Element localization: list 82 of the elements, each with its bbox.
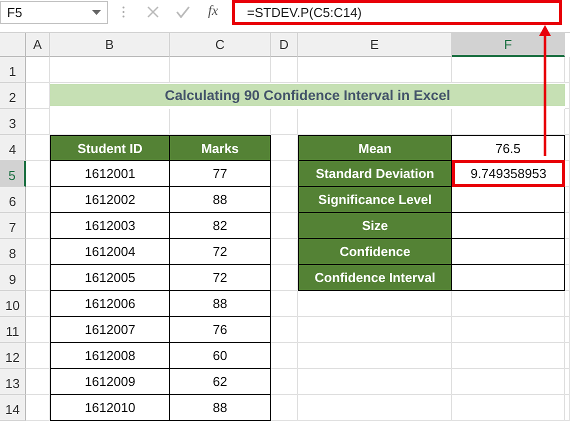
table-cell: 82 <box>170 213 271 239</box>
row-label: Significance Level <box>298 187 452 213</box>
row-heading[interactable]: 2 <box>0 83 26 109</box>
table-cell: 72 <box>170 239 271 265</box>
empty-cell[interactable] <box>452 369 565 395</box>
table-cell: 1612006 <box>50 291 170 317</box>
row-label: Confidence Interval <box>298 265 452 291</box>
row-label: Mean <box>298 135 452 161</box>
table-cell: 1612010 <box>50 395 170 421</box>
row-heading[interactable]: 11 <box>0 317 26 343</box>
cancel-icon[interactable] <box>147 6 159 18</box>
table-cell: 1612004 <box>50 239 170 265</box>
empty-cell[interactable] <box>271 57 298 83</box>
empty-cell[interactable] <box>298 369 452 395</box>
table-cell: 77 <box>170 161 271 187</box>
table-cell: 76 <box>170 317 271 343</box>
table-cell: 1612002 <box>50 187 170 213</box>
table-cell: 88 <box>170 291 271 317</box>
column-header: Student ID <box>50 135 170 161</box>
check-icon[interactable] <box>176 6 190 18</box>
table-cell: 1612001 <box>50 161 170 187</box>
row-heading[interactable]: 1 <box>0 57 26 83</box>
empty-cell[interactable] <box>565 369 570 395</box>
row-heading[interactable]: 9 <box>0 265 26 291</box>
empty-cell[interactable] <box>452 343 565 369</box>
table-cell: 1612003 <box>50 213 170 239</box>
caret-icon[interactable] <box>92 10 101 15</box>
dots-icon <box>122 6 124 18</box>
select-all-corner[interactable] <box>0 33 26 57</box>
formula-field[interactable]: =STDEV.P(C5:C14) <box>232 0 562 25</box>
table-cell: 1612005 <box>50 265 170 291</box>
empty-cell[interactable] <box>298 395 452 421</box>
row-heading[interactable]: 12 <box>0 343 26 369</box>
row-heading[interactable]: 3 <box>0 109 26 135</box>
empty-cell[interactable] <box>50 57 170 83</box>
empty-cell[interactable] <box>565 291 570 317</box>
row-heading[interactable]: 8 <box>0 239 26 265</box>
row-heading[interactable]: 5 <box>0 161 26 187</box>
sheet-title: Calculating 90 Confidence Interval in Excel <box>50 84 565 106</box>
empty-cell[interactable] <box>565 395 570 421</box>
empty-cell[interactable] <box>170 57 271 83</box>
table-cell: 1612009 <box>50 369 170 395</box>
name-box[interactable]: F5 <box>0 1 108 24</box>
row-heading[interactable]: 4 <box>0 135 26 161</box>
empty-cell[interactable] <box>298 57 452 83</box>
empty-cell[interactable] <box>26 109 50 135</box>
column-heading[interactable]: A <box>26 33 50 57</box>
column-heading[interactable]: D <box>271 33 298 57</box>
cell-reference: F5 <box>7 5 22 20</box>
empty-cell[interactable] <box>452 317 565 343</box>
table-cell: 60 <box>170 343 271 369</box>
row-heading[interactable]: 7 <box>0 213 26 239</box>
empty-cell[interactable] <box>565 57 570 83</box>
empty-cell[interactable] <box>565 317 570 343</box>
row-label: Standard Deviation <box>298 161 452 187</box>
table-cell: 76.5 <box>452 135 565 161</box>
row-heading[interactable]: 6 <box>0 187 26 213</box>
table-cell: 1612008 <box>50 343 170 369</box>
selected-cell[interactable]: 9.749358953 <box>452 160 565 187</box>
row-heading[interactable]: 13 <box>0 369 26 395</box>
row-label: Size <box>298 213 452 239</box>
column-heading[interactable]: B <box>50 33 170 57</box>
table-cell: 1612007 <box>50 317 170 343</box>
row-heading[interactable]: 10 <box>0 291 26 317</box>
empty-cell[interactable] <box>565 109 570 135</box>
insert-function-button[interactable]: fx <box>198 0 228 24</box>
column-heading[interactable]: F <box>452 33 565 57</box>
column-heading[interactable]: E <box>298 33 452 57</box>
empty-cell[interactable] <box>565 343 570 369</box>
empty-cell[interactable] <box>452 57 565 83</box>
empty-cell[interactable] <box>298 317 452 343</box>
column-header: Marks <box>170 135 271 161</box>
row-label: Confidence <box>298 239 452 265</box>
table-cell: 62 <box>170 369 271 395</box>
column-heading[interactable]: C <box>170 33 271 57</box>
empty-cell[interactable] <box>452 395 565 421</box>
table-cell: 88 <box>170 187 271 213</box>
row-heading[interactable]: 14 <box>0 395 26 421</box>
table-cell: 72 <box>170 265 271 291</box>
empty-cell[interactable] <box>271 109 298 135</box>
table-cell: 88 <box>170 395 271 421</box>
empty-cell[interactable] <box>298 343 452 369</box>
